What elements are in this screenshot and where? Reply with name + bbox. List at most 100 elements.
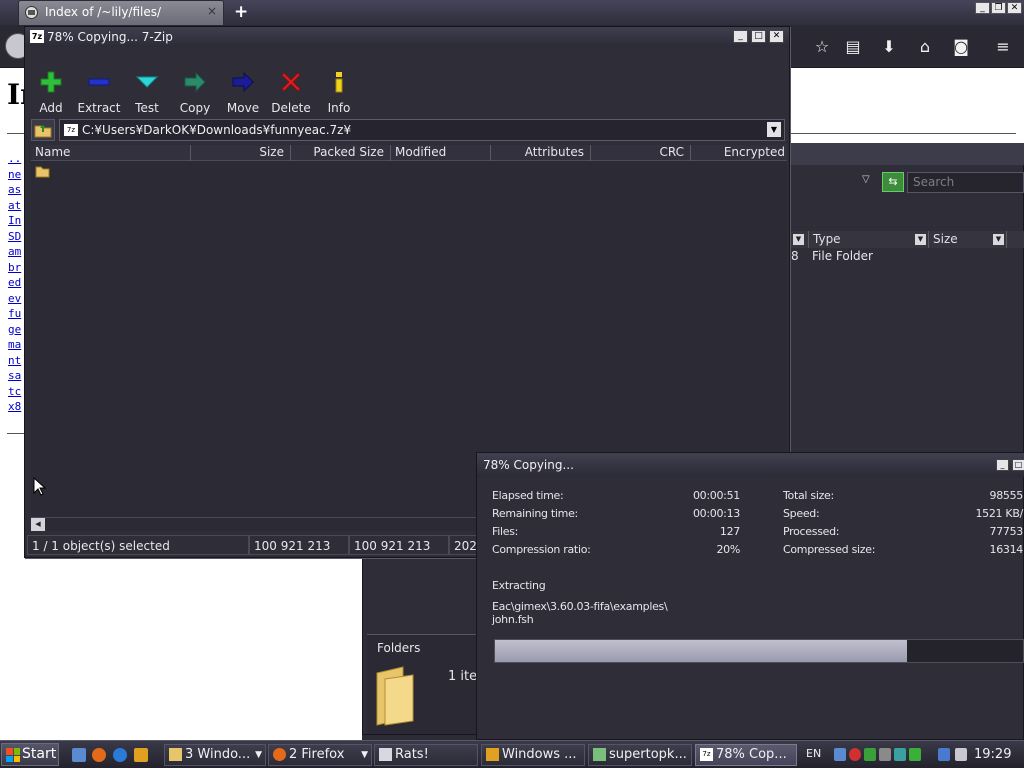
processed-label: Processed:	[783, 525, 840, 538]
delete-button[interactable]: Delete	[265, 67, 317, 115]
new-tab-button[interactable]: +	[234, 2, 248, 22]
close-button[interactable]: ✕	[769, 30, 784, 43]
remaining-time-label: Remaining time:	[492, 507, 578, 520]
browser-tab[interactable]: Index of /~lily/files/ ×	[18, 0, 224, 25]
move-button[interactable]: Move	[217, 67, 269, 115]
remaining-time-value: 00:00:13	[692, 507, 740, 520]
clock[interactable]: 19:29	[974, 747, 1011, 762]
refresh-button[interactable]: ⇆	[882, 172, 904, 192]
archive-icon: 7z	[64, 124, 78, 136]
restore-button[interactable]: ❐	[991, 2, 1006, 14]
taskbar-button-firefox[interactable]: 2 Firefox ▼	[268, 744, 372, 766]
tray-display-icon[interactable]	[938, 748, 950, 761]
windows-logo-icon	[6, 748, 20, 762]
explorer-command-bar	[790, 143, 1024, 165]
horizontal-scrollbar[interactable]: ◀	[31, 517, 481, 531]
taskbar-button-rats[interactable]: Rats!	[374, 744, 478, 766]
progress-title-bar[interactable]: 78% Copying... _ □	[477, 453, 1024, 477]
scroll-left-icon[interactable]: ◀	[31, 518, 45, 531]
close-button[interactable]: ✕	[1007, 2, 1022, 14]
tray-app-icon[interactable]	[879, 748, 891, 761]
compressed-size-label: Compressed size:	[783, 543, 876, 556]
pocket-icon[interactable]: ◙	[950, 37, 972, 57]
column-header-crc[interactable]: CRC	[591, 145, 691, 161]
taskbar-button-windows-media[interactable]: Windows ...	[481, 744, 585, 766]
progress-bar	[494, 639, 1024, 663]
progress-dialog: 78% Copying... _ □ Elapsed time: Remaini…	[476, 452, 1024, 740]
tray-app-icon[interactable]	[894, 748, 906, 761]
reading-list-icon[interactable]: ▤	[842, 37, 864, 57]
column-header-modified[interactable]: Modified	[391, 145, 491, 161]
status-modified: 202	[449, 535, 477, 555]
taskbar-button-supertopk[interactable]: supertopk...	[588, 744, 692, 766]
add-button[interactable]: Add	[25, 67, 77, 115]
files-label: Files:	[492, 525, 519, 538]
status-packed-size: 100 921 213	[349, 535, 449, 555]
search-input[interactable]: Search	[907, 172, 1024, 193]
folders-pane: Folders	[367, 634, 477, 734]
column-header-attributes[interactable]: Attributes	[491, 145, 591, 161]
sevenzip-icon: 7z	[30, 30, 44, 43]
total-size-value: 98555	[989, 489, 1024, 502]
copy-button[interactable]: Copy	[169, 67, 221, 115]
minimize-button[interactable]: _	[975, 2, 990, 14]
sevenzip-title-bar[interactable]: 7z 78% Copying... 7-Zip _ □ ✕	[25, 27, 789, 47]
menu-hamburger-icon[interactable]: ≡	[992, 37, 1014, 57]
tray-app-icon[interactable]	[864, 748, 876, 761]
test-button[interactable]: Test	[121, 67, 173, 115]
folder-icon[interactable]	[35, 165, 50, 178]
total-size-label: Total size:	[783, 489, 834, 502]
column-header-size[interactable]: Size ▼	[929, 231, 1007, 248]
column-header-type[interactable]: Type ▼	[809, 231, 929, 248]
tray-security-icon[interactable]	[849, 748, 861, 761]
column-header-name[interactable]: Name	[31, 145, 191, 161]
volume-icon[interactable]	[955, 748, 967, 761]
minimize-button[interactable]: _	[996, 459, 1009, 471]
taskbar-button-windows-group[interactable]: 3 Windo... ▼	[164, 744, 266, 766]
parent-folder-button[interactable]	[31, 119, 55, 141]
column-header-size[interactable]: Size	[191, 145, 291, 161]
speed-label: Speed:	[783, 507, 820, 520]
download-icon[interactable]: ⬇	[878, 37, 900, 57]
column-header-encrypted[interactable]: Encrypted	[691, 145, 787, 161]
progress-title: 78% Copying...	[483, 458, 574, 472]
tab-close-icon[interactable]: ×	[207, 4, 217, 18]
taskbar-button-7zip[interactable]: 7z 78% Cop...	[695, 744, 797, 766]
toolbar: Add Extract Test Copy Move Delete Info	[25, 67, 789, 117]
tray-app-icon[interactable]	[909, 748, 921, 761]
start-button[interactable]: Start	[1, 743, 59, 766]
maximize-button[interactable]: □	[751, 30, 766, 43]
column-dropdown[interactable]: ▼	[793, 231, 809, 248]
extract-button[interactable]: Extract	[73, 67, 125, 115]
current-path: Eac\gimex\3.60.03-fifa\examples\	[492, 600, 668, 613]
column-header-packed-size[interactable]: Packed Size	[291, 145, 391, 161]
home-icon[interactable]: ⌂	[914, 37, 936, 57]
speed-value: 1521 KB/	[975, 507, 1023, 520]
firefox-quicklaunch-icon[interactable]	[92, 748, 106, 762]
taskbar: Start 3 Windo... ▼ 2 Firefox ▼ Rats! Win…	[0, 740, 1024, 768]
path-dropdown-icon[interactable]: ▼	[767, 122, 781, 137]
path-bar: 7z C:¥Users¥DarkOK¥Downloads¥funnyeac.7z…	[29, 119, 787, 141]
browser-tab-title: Index of /~lily/files/	[45, 5, 162, 19]
window-title: 78% Copying... 7-Zip	[47, 30, 173, 44]
row-type: File Folder	[812, 249, 873, 263]
media-icon	[486, 748, 499, 761]
show-desktop-icon[interactable]	[72, 748, 86, 762]
tray-network-icon[interactable]	[834, 748, 846, 761]
firefox-icon	[273, 748, 286, 761]
processed-value: 77753	[989, 525, 1024, 538]
info-button[interactable]: Info	[313, 67, 365, 115]
media-player-icon[interactable]	[134, 748, 148, 762]
path-input[interactable]: 7z C:¥Users¥DarkOK¥Downloads¥funnyeac.7z…	[59, 119, 785, 141]
internet-explorer-icon[interactable]	[113, 748, 127, 762]
maximize-button[interactable]: □	[1012, 459, 1024, 471]
folder-up-icon	[34, 125, 52, 138]
language-indicator[interactable]: EN	[806, 747, 821, 760]
folder-icon	[376, 666, 414, 726]
menu-bar[interactable]	[25, 47, 789, 63]
compressed-size-value: 16314	[989, 543, 1024, 556]
minimize-button[interactable]: _	[733, 30, 748, 43]
address-dropdown-icon[interactable]: ▽	[862, 174, 870, 185]
mouse-cursor-icon	[33, 477, 47, 496]
bookmark-star-icon[interactable]: ☆	[811, 37, 833, 57]
